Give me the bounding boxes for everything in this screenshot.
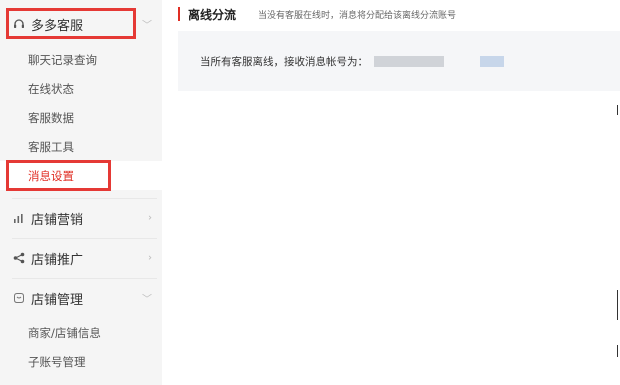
chevron-right-icon: › [148,252,152,264]
title-accent-bar [178,7,180,21]
nav-item-service-tools[interactable]: 客服工具 [0,132,162,161]
nav-group-management[interactable]: 店铺管理 ﹀ [0,279,162,317]
nav-item-label: 在线状态 [28,81,74,96]
redacted-link[interactable] [480,55,504,67]
nav-item-online-status[interactable]: 在线状态 [0,74,162,103]
chevron-down-icon: ﹀ [142,294,152,306]
share-icon [12,251,26,265]
highlight-box-message-settings [6,160,111,191]
nav-group-promotion[interactable]: 店铺推广 › [0,239,162,277]
nav-item-chat-history[interactable]: 聊天记录查询 [0,45,162,74]
highlight-box-customer-service [6,8,136,39]
bar-chart-icon [12,211,26,225]
chevron-down-icon: ﹀ [142,20,152,32]
edge-mark [617,345,618,357]
main-content: 离线分流 当没有客服在线时，消息将分配给该离线分流账号 当所有客服离线，接收消息… [162,0,620,385]
nav-item-label: 客服工具 [28,139,74,154]
nav-item-service-data[interactable]: 客服数据 [0,103,162,132]
offline-routing-panel: 当所有客服离线，接收消息帐号为： [178,31,620,91]
nav-item-label: 客服数据 [28,110,74,125]
section-header: 离线分流 当没有客服在线时，消息将分配给该离线分流账号 [178,5,456,23]
nav-item-label: 聊天记录查询 [28,52,97,67]
nav-item-sub-accounts[interactable]: 子账号管理 [0,347,162,376]
nav-group-marketing[interactable]: 店铺营销 › [0,199,162,237]
nav-item-label: 子账号管理 [28,354,86,369]
panel-text: 当所有客服离线，接收消息帐号为： [200,55,368,68]
chevron-right-icon: › [148,212,152,224]
store-icon [12,291,26,305]
nav-item-label: 商家/店铺信息 [28,325,101,340]
nav-group-label: 店铺管理 [31,292,84,308]
redacted-account [374,55,444,67]
section-description: 当没有客服在线时，消息将分配给该离线分流账号 [258,10,457,21]
nav-group-label: 店铺推广 [31,252,84,268]
section-title: 离线分流 [188,7,237,22]
edge-mark [617,290,618,320]
nav-item-merchant-info[interactable]: 商家/店铺信息 [0,318,162,347]
sidebar: 多多客服 ﹀ 聊天记录查询 在线状态 客服数据 客服工具 消息设置 店铺营销 ›… [0,0,162,385]
nav-group-label: 店铺营销 [31,212,84,228]
edge-mark [617,105,618,115]
